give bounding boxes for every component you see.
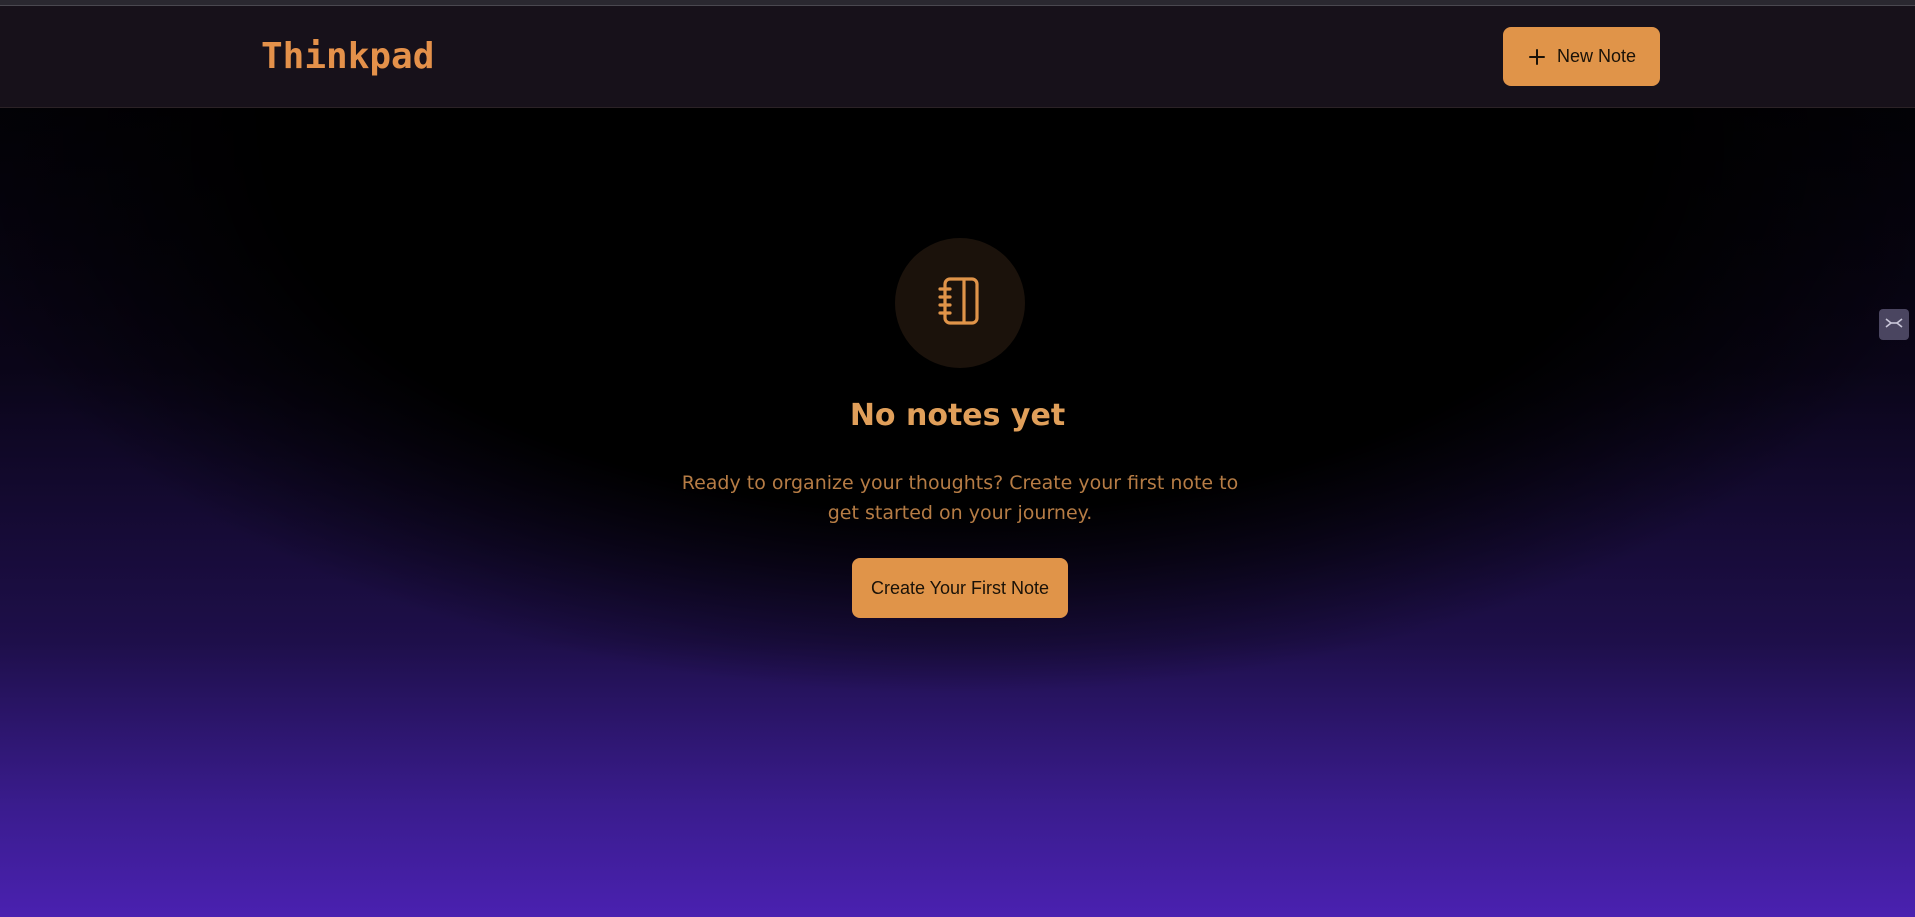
empty-state-title: No notes yet — [849, 398, 1066, 433]
new-note-button[interactable]: New Note — [1503, 27, 1660, 86]
create-first-note-button[interactable]: Create Your First Note — [852, 558, 1068, 618]
plus-icon — [1527, 47, 1547, 67]
app-logo[interactable]: Thinkpad — [261, 36, 434, 77]
empty-state-icon-circle — [895, 238, 1025, 368]
new-note-label: New Note — [1556, 46, 1637, 66]
notebook-icon — [937, 276, 983, 331]
side-widget-button[interactable] — [1879, 309, 1909, 340]
page-background — [0, 0, 1915, 917]
empty-state-description: Ready to organize your thoughts? Create … — [681, 472, 1239, 524]
app-header: Thinkpad New Note — [0, 6, 1915, 108]
collapse-icon — [1884, 316, 1904, 334]
